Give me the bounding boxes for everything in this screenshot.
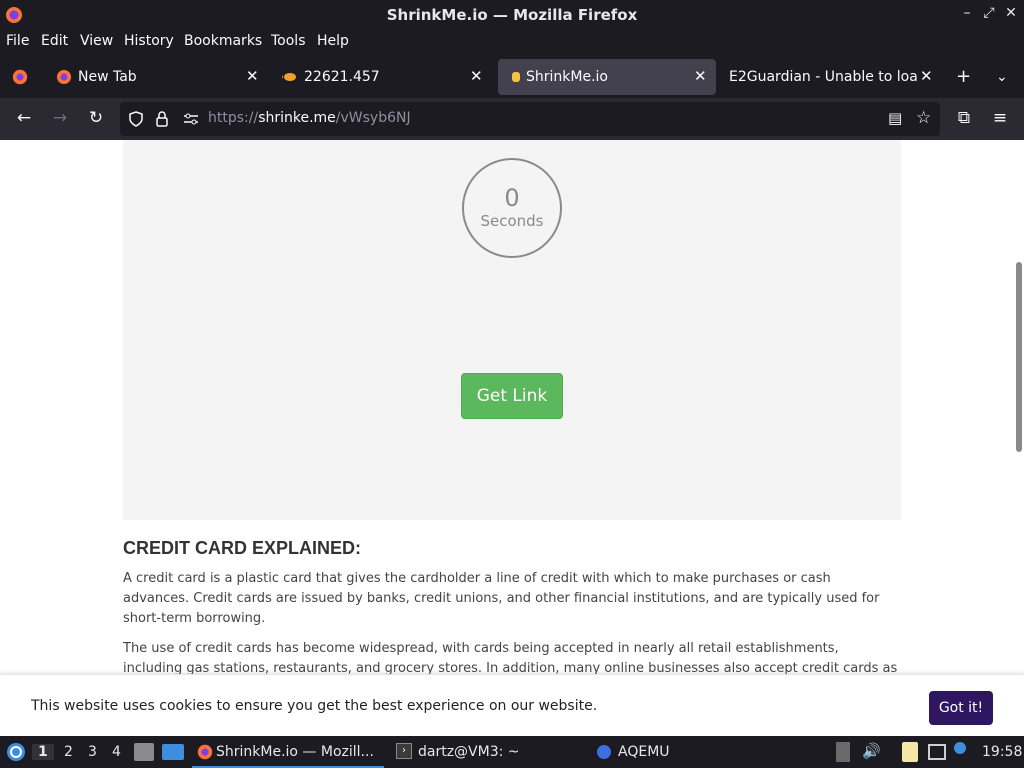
get-link-button[interactable]: Get Link <box>461 373 563 419</box>
notification-icon[interactable] <box>954 742 966 754</box>
workspace-3[interactable]: 3 <box>88 744 97 760</box>
fish-favicon-icon <box>282 73 296 81</box>
task-label: dartz@VM3: ~ <box>418 744 520 760</box>
extensions-icon[interactable]: ⧉ <box>952 108 976 128</box>
tab-label: ShrinkMe.io <box>526 69 608 85</box>
article-paragraph: A credit card is a plastic card that giv… <box>123 571 880 626</box>
firefox-icon <box>197 744 213 760</box>
volume-icon[interactable]: 🔊 <box>862 742 881 760</box>
page-scrollbar[interactable] <box>1016 262 1022 452</box>
close-tab-icon[interactable]: ✕ <box>694 67 707 85</box>
reload-icon[interactable]: ↻ <box>84 108 108 128</box>
network-icon[interactable] <box>928 744 946 760</box>
shield-icon[interactable] <box>128 111 144 127</box>
window-titlebar: ShrinkMe.io — Mozilla Firefox – ⤢ ✕ <box>0 0 1024 30</box>
close-window-icon[interactable]: ✕ <box>1000 5 1022 21</box>
start-menu-icon[interactable] <box>6 742 26 762</box>
firefox-view-icon[interactable] <box>11 68 29 86</box>
article-heading: CREDIT CARD EXPLAINED: <box>123 538 362 558</box>
page-content: 0 Seconds Get Link CREDIT CARD EXPLAINED… <box>0 140 1024 736</box>
menu-history[interactable]: History <box>124 33 174 49</box>
restore-icon[interactable]: ⤢ <box>978 5 1000 21</box>
forward-icon[interactable]: → <box>48 108 72 128</box>
task-label: AQEMU <box>618 744 670 760</box>
timer-unit: Seconds <box>480 212 544 230</box>
menu-bar: File Edit View History Bookmarks Tools H… <box>0 30 1024 54</box>
window-title: ShrinkMe.io — Mozilla Firefox <box>386 6 638 24</box>
tab-label: New Tab <box>78 69 137 85</box>
menu-help[interactable]: Help <box>317 33 349 49</box>
menu-bookmarks[interactable]: Bookmarks <box>184 33 262 49</box>
minimize-icon[interactable]: – <box>956 5 978 21</box>
new-tab-icon[interactable]: + <box>956 66 971 87</box>
url-domain: shrinke.me <box>258 110 336 126</box>
task-firefox[interactable]: ShrinkMe.io — Mozill... <box>192 736 384 768</box>
close-tab-icon[interactable]: ✕ <box>246 67 259 85</box>
tab-label: 22621.457 <box>304 69 380 85</box>
cookie-accept-button[interactable]: Got it! <box>929 691 993 725</box>
bookmark-star-icon[interactable]: ☆ <box>916 108 931 128</box>
menu-file[interactable]: File <box>6 33 29 49</box>
close-tab-icon[interactable]: ✕ <box>920 67 933 85</box>
clipboard-icon[interactable] <box>902 742 918 762</box>
tray-update-icon[interactable] <box>836 742 850 762</box>
task-terminal[interactable]: › dartz@VM3: ~ <box>394 736 584 768</box>
hamburger-menu-icon[interactable]: ≡ <box>988 108 1012 128</box>
list-tabs-icon[interactable]: ⌄ <box>996 69 1008 85</box>
aqemu-icon <box>597 745 611 759</box>
cookie-banner: This website uses cookies to ensure you … <box>0 674 1024 736</box>
desktop-icon[interactable] <box>162 744 184 760</box>
menu-tools[interactable]: Tools <box>271 33 306 49</box>
taskbar: 1 2 3 4 ShrinkMe.io — Mozill... › dartz@… <box>0 736 1024 768</box>
countdown-panel: 0 Seconds Get Link <box>123 140 901 520</box>
tab-e2guardian[interactable]: E2Guardian - Unable to load ✕ <box>720 59 940 95</box>
close-tab-icon[interactable]: ✕ <box>470 67 483 85</box>
file-manager-icon[interactable] <box>134 743 154 761</box>
tab-label: E2Guardian - Unable to load <box>729 69 917 85</box>
address-bar[interactable]: https://shrinke.me/vWsyb6NJ ▤ ☆ <box>120 102 940 136</box>
countdown-timer: 0 Seconds <box>462 158 562 258</box>
workspace-1[interactable]: 1 <box>32 744 54 760</box>
cookie-message: This website uses cookies to ensure you … <box>31 698 598 714</box>
task-label: ShrinkMe.io — Mozill... <box>216 744 374 760</box>
tab-build[interactable]: 22621.457 ✕ <box>272 59 494 95</box>
reader-view-icon[interactable]: ▤ <box>888 109 902 127</box>
menu-view[interactable]: View <box>80 33 113 49</box>
lock-icon[interactable] <box>154 110 170 128</box>
hand-favicon-icon <box>512 72 520 82</box>
tab-new-tab[interactable]: New Tab ✕ <box>46 59 268 95</box>
url-prefix: https:// <box>208 110 259 126</box>
tab-bar: New Tab ✕ 22621.457 ✕ ShrinkMe.io ✕ E2Gu… <box>0 56 1024 98</box>
task-aqemu[interactable]: AQEMU <box>594 736 784 768</box>
workspace-4[interactable]: 4 <box>112 744 121 760</box>
workspace-2[interactable]: 2 <box>64 744 73 760</box>
navigation-toolbar: ← → ↻ https://shrinke.me/vWsyb6NJ ▤ ☆ ⧉ … <box>0 98 1024 140</box>
back-icon[interactable]: ← <box>12 108 36 128</box>
timer-value: 0 <box>504 184 520 212</box>
tab-shrinkme[interactable]: ShrinkMe.io ✕ <box>498 59 716 95</box>
terminal-icon: › <box>396 743 412 759</box>
permissions-icon[interactable] <box>182 111 200 127</box>
clock: 19:58 <box>982 744 1023 760</box>
firefox-favicon-icon <box>57 70 71 84</box>
url-text[interactable]: https://shrinke.me/vWsyb6NJ <box>208 110 411 126</box>
url-path: /vWsyb6NJ <box>335 110 411 126</box>
menu-edit[interactable]: Edit <box>41 33 68 49</box>
